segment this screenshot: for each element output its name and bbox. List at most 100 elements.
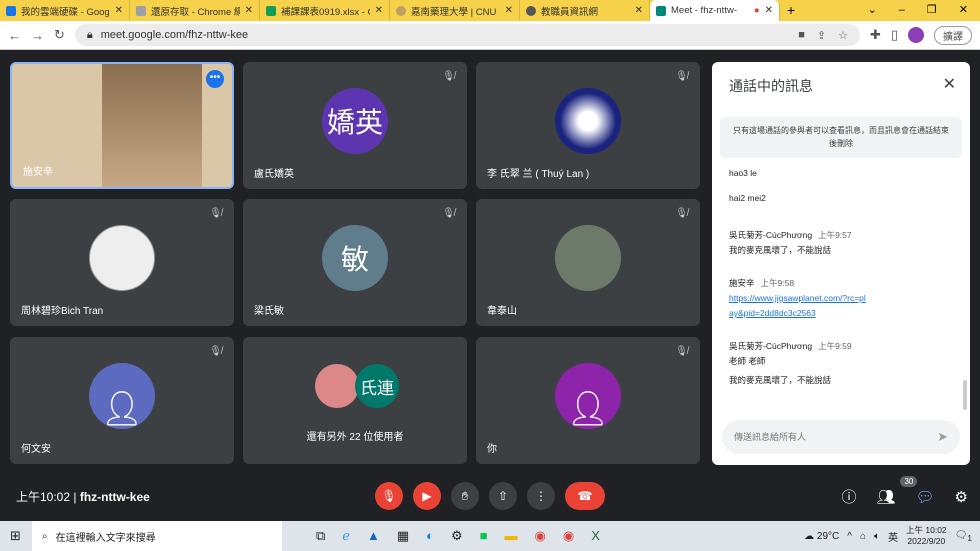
close-tab-icon[interactable]: ✕ [245,5,253,16]
restore-button[interactable]: ❐ [927,0,937,21]
globe-icon [526,5,536,16]
line-icon[interactable]: ■ [480,528,488,544]
close-window-button[interactable]: ✕ [959,0,968,21]
calculator-icon[interactable]: ▦ [397,528,409,544]
back-icon[interactable]: ← [8,28,21,43]
info-icon[interactable]: ⓘ [841,486,856,507]
present-screen-button[interactable]: ⇧ [489,482,517,510]
chat-icon[interactable]: 💬︎ [916,488,935,506]
message: hai2 mei2 [729,193,766,203]
file-explorer-icon[interactable]: ▬ [505,528,518,544]
camera-icon[interactable]: ■ [798,29,805,42]
mic-off-icon: 🎙︎̸ [675,71,688,82]
profile-button[interactable]: 擴譯 [934,25,972,45]
meeting-controls-bar: 上午10:02 | fhz-nttw-kee 🎙︎ ▶ ✋︎ ⇧ ⋮ ☎︎ ⓘ … [0,475,980,510]
share-icon[interactable]: ⇪ [817,29,826,42]
windows-taskbar: ⊞ ⌕ 在這裡輸入文字來搜尋 ⧉ ℯ ▲ ▦ ◐ ⚙ ■ ▬ ◉ ◉ X ☁︎ 2… [0,521,980,551]
browser-tab[interactable]: 還原存取 - Chrome 網 ✕ [130,0,260,21]
camera-toggle-button[interactable]: ▶ [413,482,441,510]
scrollbar[interactable] [963,380,967,410]
ime-indicator[interactable]: 英 [888,529,898,544]
participant-tile[interactable]: 🎙︎̸ 敏梁氏敏 [243,199,467,326]
message-link[interactable]: https://www.jigsawplanet.com/?rc=play&pi… [729,291,869,321]
page-icon [136,5,146,16]
chat-title: 通話中的訊息 [729,78,813,94]
chat-notice: 只有這場通話的參與者可以查看訊息，而且訊息會在通話結束後刪除 [720,117,962,158]
browser-tab[interactable]: 嘉南藥理大學 | CNU ✕ [390,0,520,21]
tab-search-icon[interactable]: ⌄ [868,0,877,21]
tray-expand-icon[interactable]: ^ [847,531,852,542]
more-options-button[interactable]: ⋮ [527,482,555,510]
settings-icon[interactable]: ⚙ [451,528,463,544]
close-icon[interactable]: ✕ [943,74,956,94]
more-participants-tile[interactable]: 氏連 還有另外 22 位使用者 [243,337,467,464]
edge-icon[interactable]: ◐ [426,528,434,544]
excel-icon[interactable]: X [591,528,600,544]
browser-tab[interactable]: 補課課表0919.xlsx - G ✕ [260,0,390,21]
close-tab-icon[interactable]: ✕ [505,5,513,16]
person-icon: 👤︎ [89,362,155,429]
task-view-icon[interactable]: ⧉ [316,528,325,544]
participant-tile[interactable]: ••• 施安辛 [10,62,234,189]
activities-icon[interactable]: ⚙︎ [955,488,968,506]
message-input[interactable] [734,432,938,442]
leave-call-button[interactable]: ☎︎ [565,482,605,510]
ie-icon[interactable]: ℯ [342,528,350,544]
message-composer: ➤ [722,420,960,454]
volume-icon[interactable]: 🔈︎ [874,531,880,542]
browser-tab[interactable]: 教職員資訊網 ✕ [520,0,650,21]
sidepanel-icon[interactable]: ▯ [891,27,898,43]
reload-icon[interactable]: ↻ [54,27,65,43]
taskbar-search[interactable]: ⌕ 在這裡輸入文字來搜尋 [32,521,282,551]
extensions-icon[interactable]: ✚ [870,27,881,43]
clock[interactable]: 上午 10:02 2022/9/20 [906,525,947,547]
participant-tile[interactable]: 🎙︎̸ 周林碧珍Bich Tran [10,199,234,326]
weather-icon[interactable]: ☁︎ 29°C [804,531,839,542]
mic-off-icon: 🎙︎̸ [675,346,688,357]
search-icon: ⌕ [42,530,48,542]
person-icon: 👤︎ [555,362,621,429]
close-tab-icon[interactable]: ✕ [765,5,773,16]
mic-off-icon: 🎙︎̸ [209,346,222,357]
chrome-icon[interactable]: ◉ [535,528,546,544]
avatar: 氏連 [355,364,399,408]
photos-icon[interactable]: ▲ [367,528,380,544]
participant-tile[interactable]: 🎙︎̸ 👤︎ 何文安 [10,337,234,464]
avatar: 嬌英 [322,87,388,154]
self-tile[interactable]: 🎙︎̸ 👤︎ 你 [476,337,700,464]
people-button[interactable]: 👥︎ 30 [876,475,918,506]
mic-toggle-button[interactable]: 🎙︎ [375,482,403,510]
participant-tile[interactable]: 🎙︎̸ 韋泰山 [476,199,700,326]
meet-icon [656,5,666,16]
close-tab-icon[interactable]: ✕ [115,5,123,16]
mic-off-icon: 🎙︎̸ [209,208,222,219]
avatar [89,224,155,291]
star-icon[interactable]: ☆ [838,29,848,42]
close-tab-icon[interactable]: ✕ [635,5,643,16]
start-button[interactable]: ⊞ [10,528,21,544]
participant-tile[interactable]: 🎙︎̸ 嬌英 盧氏嬌英 [243,62,467,189]
mic-off-icon: 🎙︎̸ [442,71,455,82]
recording-icon: ● [753,5,760,16]
close-tab-icon[interactable]: ✕ [375,5,383,16]
profile-avatar[interactable] [908,27,924,43]
notification-icon[interactable]: 🗨︎1 [955,530,972,543]
message: 我的麥克風壞了，不能說話 [729,375,832,385]
raise-hand-button[interactable]: ✋︎ [451,482,479,510]
minimize-button[interactable]: – [899,0,905,21]
drive-icon [6,5,16,16]
url-field[interactable]: 🔒︎ meet.google.com/fhz-nttw-kee ■ ⇪ ☆ [74,24,860,46]
lock-icon: 🔒︎ [86,28,93,41]
browser-tab-active[interactable]: Meet - fhz-nttw- ● ✕ [650,0,780,21]
browser-tab[interactable]: 我的雲端硬碟 - Google ✕ [0,0,130,21]
new-tab-button[interactable]: + [780,0,802,21]
message: 施安辛 上午9:58 https://www.jigsawplanet.com/?r… [729,276,957,321]
more-options-icon[interactable]: ••• [206,70,224,88]
participant-tile[interactable]: 🎙︎̸ 李 氏翠 兰 ( Thuý Lan ) [476,62,700,189]
chrome-profile-icon[interactable]: ◉ [563,528,574,544]
avatar [555,224,621,291]
forward-icon[interactable]: → [31,28,44,43]
send-icon[interactable]: ➤ [937,429,948,445]
network-icon[interactable]: ⌂ [860,531,866,542]
message: hao3 le [729,168,757,178]
